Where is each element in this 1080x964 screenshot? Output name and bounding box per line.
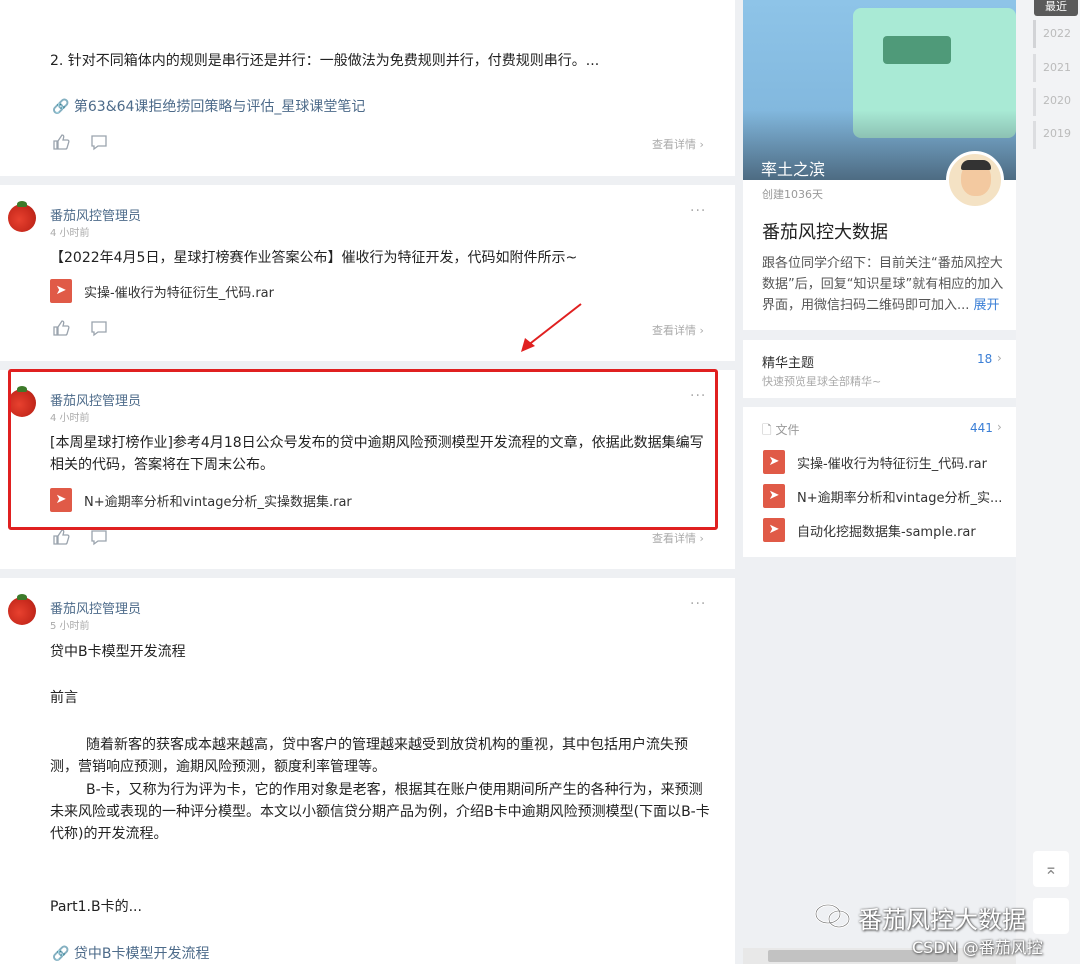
timeline-latest[interactable]: 最近 — [1034, 0, 1078, 16]
timeline-nav — [1016, 0, 1080, 964]
chevron-right-icon[interactable]: › — [997, 420, 1002, 434]
files-count[interactable]: 441 — [970, 421, 993, 435]
wechat-watermark: 番茄风控大数据 — [858, 906, 1026, 934]
timeline-year[interactable]: 2021 — [1043, 61, 1071, 74]
post-time: 4 小时前 — [50, 228, 90, 239]
topic-article-link[interactable]: 🔗 贷中B卡模型开发流程 — [52, 943, 210, 963]
featured-panel[interactable]: 精华主题 18 › 快速预览星球全部精华~ — [743, 340, 1016, 398]
group-description: 跟各位同学介绍下：目前关注“番茄风控大数据”后，回复“知识星球”就有相应的加入界… — [762, 256, 1004, 313]
topic-feed: 2. 针对不同箱体内的规则是串行还是并行：一般做法为免费规则并行，付费规则串行。… — [0, 0, 735, 964]
author-avatar[interactable] — [8, 201, 36, 232]
more-menu-icon[interactable]: ··· — [690, 203, 706, 219]
topic-text: 【2022年4月5日，星球打榜赛作业答案公布】催收行为特征开发，代码如附件所示~ — [50, 250, 578, 266]
wechat-icon — [814, 903, 851, 929]
link-icon: 🔗 — [52, 99, 70, 115]
banner-title: 率土之滨 — [761, 160, 826, 179]
document-icon: 🗋 — [762, 423, 772, 437]
link-icon: 🔗 — [52, 946, 70, 962]
link-label: 贷中B卡模型开发流程 — [73, 946, 210, 962]
owner-avatar[interactable] — [946, 151, 1004, 209]
featured-subtitle: 快速预览星球全部精华~ — [762, 375, 882, 388]
author-name[interactable]: 番茄风控管理员 — [50, 598, 141, 617]
more-menu-icon[interactable]: ··· — [690, 596, 706, 612]
topic-text: 2. 针对不同箱体内的规则是串行还是并行：一般做法为免费规则并行，付费规则串行。… — [50, 53, 600, 69]
pdf-file-icon: ➤ — [763, 484, 785, 508]
annotation-arrow — [521, 303, 582, 352]
like-icon[interactable] — [52, 319, 70, 337]
timeline-year[interactable]: 2022 — [1043, 27, 1071, 40]
featured-title: 精华主题 — [762, 356, 815, 371]
files-title[interactable]: 🗋 文件 — [762, 421, 800, 442]
group-name: 番茄风控大数据 — [762, 222, 888, 243]
sidebar-file-name: N+逾期率分析和vintage分析_实... — [797, 491, 1003, 506]
group-created: 创建1036天 — [762, 188, 823, 201]
chevron-right-icon: › — [997, 351, 1002, 365]
topic-card: 番茄风控管理员 5 小时前 ··· 贷中B卡模型开发流程 前言 随着新客的获客成… — [0, 578, 735, 964]
article-part-heading: Part1.B卡的... — [50, 899, 142, 915]
expand-link[interactable]: 展开 — [974, 298, 1000, 313]
scroll-top-icon[interactable]: ⌅ — [1033, 851, 1069, 887]
article-paragraph: 随着新客的获客成本越来越高，贷中客户的管理越来越受到放贷机构的重视，其中包括用户… — [50, 737, 688, 775]
like-icon[interactable] — [52, 528, 70, 546]
csdn-watermark: CSDN @番茄风控 — [912, 938, 1043, 957]
view-detail-link[interactable]: 查看详情 › — [652, 530, 704, 546]
highlight-box — [8, 369, 718, 530]
article-paragraph: B-卡，又称为行为评为卡，它的作用对象是老客，根据其在账户使用期间所产生的各种行… — [50, 782, 710, 842]
topic-card: 2. 针对不同箱体内的规则是串行还是并行：一般做法为免费规则并行，付费规则串行。… — [0, 0, 735, 176]
timeline-year[interactable]: 2019 — [1043, 127, 1071, 140]
topic-article-link[interactable]: 🔗 第63&64课拒绝捞回策略与评估_星球课堂笔记 — [52, 96, 365, 116]
sidebar-file-name: 自动化挖掘数据集-sample.rar — [797, 525, 976, 540]
comment-icon[interactable] — [90, 528, 108, 546]
view-detail-link[interactable]: 查看详情 › — [652, 136, 704, 152]
article-title: 贷中B卡模型开发流程 — [50, 644, 186, 660]
pdf-file-icon: ➤ — [763, 518, 785, 542]
author-name[interactable]: 番茄风控管理员 — [50, 205, 141, 224]
article-preface: 前言 — [50, 690, 78, 706]
comment-icon[interactable] — [90, 319, 108, 337]
attachment-filename: 实操-催收行为特征衍生_代码.rar — [84, 286, 274, 301]
topic-card: 番茄风控管理员 4 小时前 ··· 【2022年4月5日，星球打榜赛作业答案公布… — [0, 185, 735, 361]
link-label: 第63&64课拒绝捞回策略与评估_星球课堂笔记 — [73, 99, 366, 115]
featured-count: 18 — [977, 352, 993, 366]
sidebar-file-name: 实操-催收行为特征衍生_代码.rar — [797, 457, 987, 472]
view-detail-link[interactable]: 查看详情 › — [652, 322, 704, 338]
like-icon[interactable] — [52, 133, 70, 151]
pdf-file-icon: ➤ — [763, 450, 785, 474]
author-avatar[interactable] — [8, 594, 36, 625]
timeline-year[interactable]: 2020 — [1043, 94, 1071, 107]
files-panel: 🗋 文件 441 › ➤ 实操-催收行为特征衍生_代码.rar ➤ N+逾期率分… — [743, 407, 1016, 557]
pdf-file-icon: ➤ — [50, 279, 72, 303]
post-time: 5 小时前 — [50, 621, 90, 632]
scroll-button[interactable] — [1033, 898, 1069, 934]
comment-icon[interactable] — [90, 133, 108, 151]
